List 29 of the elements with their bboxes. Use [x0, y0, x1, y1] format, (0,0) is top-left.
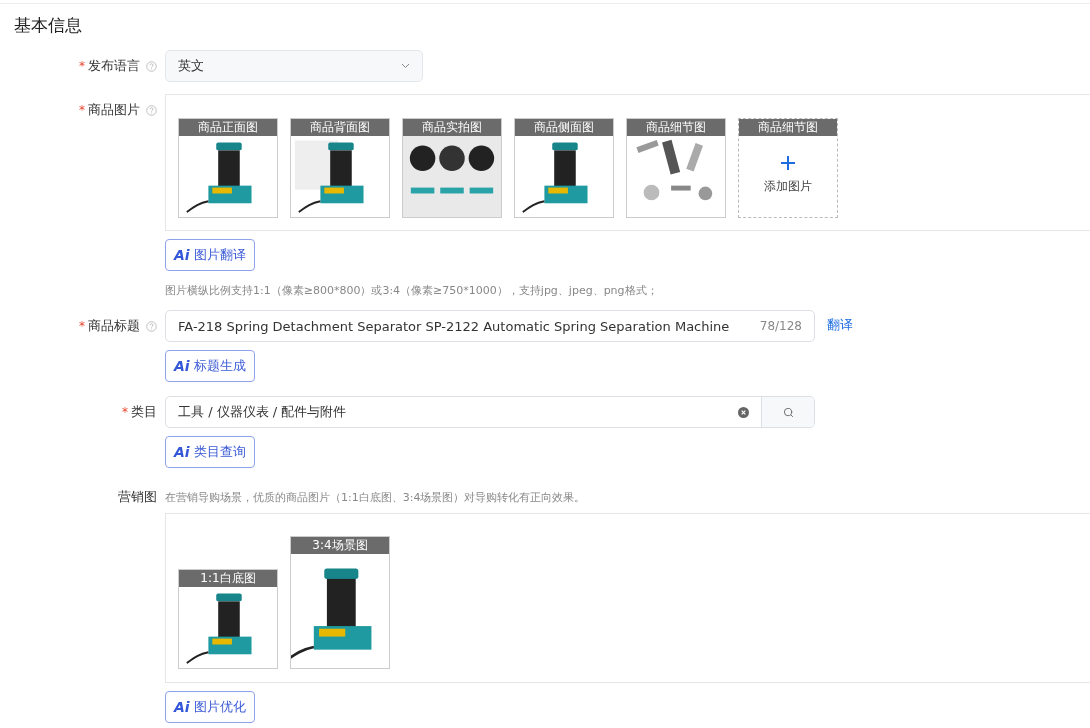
help-icon[interactable]: [146, 60, 157, 72]
image-caption: 商品侧面图: [515, 119, 613, 136]
image-hint: 图片横纵比例支持1:1（像素≥800*800）或3:4（像素≥750*1000），支持jpg、jpeg、png格式；: [165, 283, 658, 298]
image-caption: 商品实拍图: [403, 119, 501, 136]
ai-button[interactable]: Ai 图片翻译: [165, 239, 255, 271]
char-counter: 78/128: [759, 319, 802, 333]
translate-link[interactable]: 翻译: [827, 316, 853, 334]
image-caption: 3:4场景图: [291, 537, 389, 554]
ai-button[interactable]: Ai 类目查询: [165, 436, 255, 468]
language-select[interactable]: 英文: [165, 50, 423, 82]
image-caption: 1:1白底图: [179, 570, 277, 587]
help-icon[interactable]: [146, 320, 157, 332]
field-label: * 商品标题: [79, 317, 140, 335]
field-label: 营销图: [118, 488, 157, 506]
chevron-down-icon: [401, 63, 410, 69]
field-label: * 商品图片: [79, 101, 140, 119]
title-input[interactable]: FA-218 Spring Detachment Separator SP-2122 Automatic Spring Separation Machine 78/128: [165, 310, 815, 342]
field-label: * 类目: [122, 403, 157, 421]
add-image-slot[interactable]: 商品细节图 添加图片: [738, 118, 838, 218]
field-label: * 发布语言: [79, 57, 140, 75]
ai-button[interactable]: Ai 图片优化: [165, 691, 255, 723]
plus-icon: [781, 155, 795, 170]
section-title: 基本信息: [13, 14, 83, 37]
image-caption: 商品正面图: [179, 119, 277, 136]
ai-button[interactable]: Ai 标题生成: [165, 350, 255, 382]
image-caption: 商品背面图: [291, 119, 389, 136]
help-icon[interactable]: [146, 104, 157, 116]
image-caption: 商品细节图: [627, 119, 725, 136]
marketing-description: 在营销导购场景，优质的商品图片（1:1白底图、3:4场景图）对导购转化有正向效果。: [165, 490, 586, 505]
